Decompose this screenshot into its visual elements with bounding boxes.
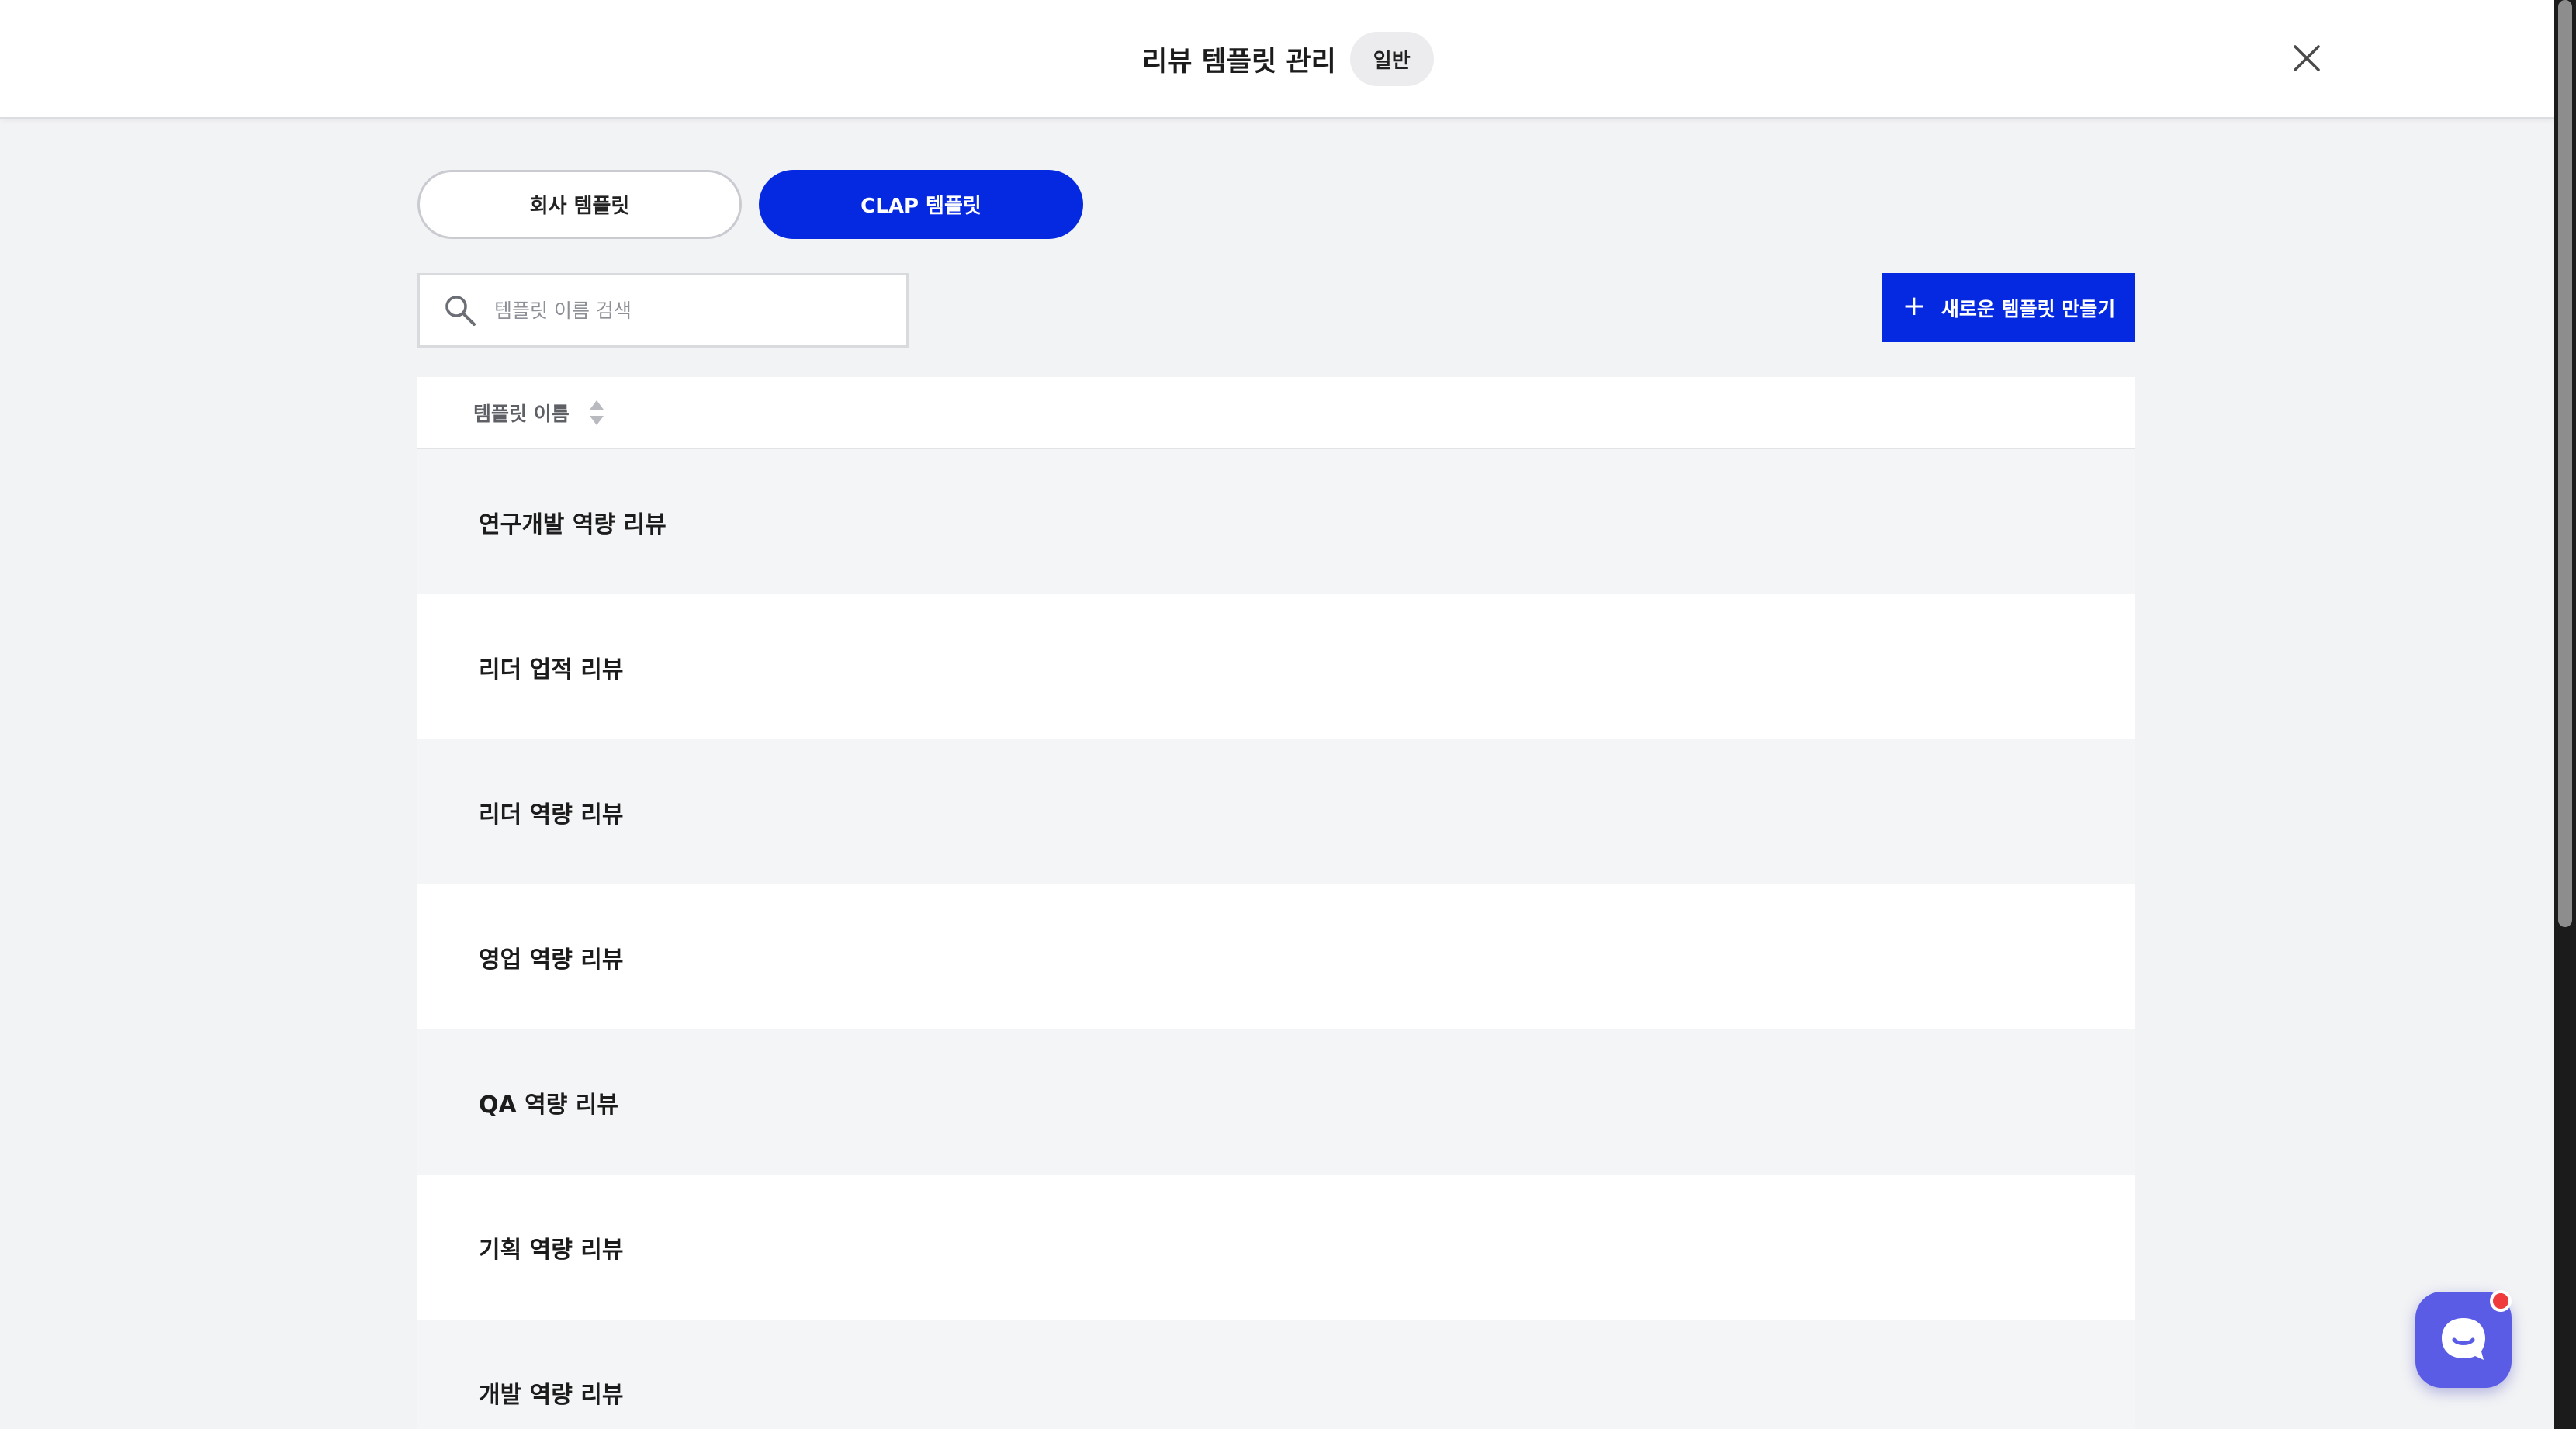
page-title: 리뷰 템플릿 관리 [1142,46,1336,78]
table-row[interactable]: 영업 역량 리뷰 [417,884,2135,1029]
close-button[interactable] [2287,39,2326,78]
template-name: 영업 역량 리뷰 [479,946,624,974]
search-icon [445,296,476,326]
new-template-button[interactable]: + 새로운 템플릿 만들기 [1882,273,2135,342]
template-name: 기획 역량 리뷰 [479,1236,624,1264]
table-body: 연구개발 역량 리뷰 리더 업적 리뷰 리더 역량 리뷰 영업 역량 리뷰 QA… [417,449,2135,1429]
table-header: 템플릿 이름 [417,377,2135,449]
sort-icon[interactable] [588,398,605,427]
column-header-template-name: 템플릿 이름 [473,402,570,425]
table-row[interactable]: 리더 역량 리뷰 [417,739,2135,884]
template-name: 개발 역량 리뷰 [479,1381,624,1409]
template-name: 연구개발 역량 리뷰 [479,510,667,538]
notification-dot [2490,1290,2512,1312]
tab-clap-templates[interactable]: CLAP 템플릿 [759,170,1083,239]
template-name: 리더 역량 리뷰 [479,801,624,829]
table-row[interactable]: 리더 업적 리뷰 [417,594,2135,739]
template-name: QA 역량 리뷰 [479,1091,619,1119]
plus-icon: + [1902,289,1926,322]
template-table: 템플릿 이름 연구개발 역량 리뷰 리더 업적 리뷰 리더 역량 리뷰 영업 역… [417,377,2135,1429]
table-row[interactable]: QA 역량 리뷰 [417,1029,2135,1175]
chat-icon [2442,1318,2485,1360]
table-row[interactable]: 연구개발 역량 리뷰 [417,449,2135,594]
search-input[interactable] [494,299,898,322]
scrollbar-thumb[interactable] [2558,0,2572,927]
header: 리뷰 템플릿 관리 일반 [0,0,2554,119]
title-group: 리뷰 템플릿 관리 일반 [1142,30,1434,88]
search-box[interactable] [417,273,909,348]
close-icon [2294,45,2320,71]
tab-company-templates[interactable]: 회사 템플릿 [417,170,742,239]
new-template-label: 새로운 템플릿 만들기 [1941,297,2116,320]
chat-button[interactable] [2415,1290,2512,1388]
scrollbar[interactable] [2554,0,2576,1429]
table-row[interactable]: 개발 역량 리뷰 [417,1320,2135,1429]
template-name: 리더 업적 리뷰 [479,656,624,683]
category-badge: 일반 [1349,32,1434,86]
template-management-page: 리뷰 템플릿 관리 일반 회사 템플릿 CLAP 템플릿 + 새로운 템플릿 만… [0,0,2576,1429]
table-row[interactable]: 기획 역량 리뷰 [417,1175,2135,1320]
